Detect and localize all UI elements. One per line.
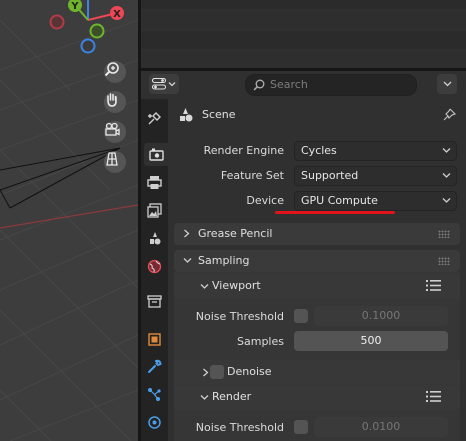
drag-grip-icon[interactable] xyxy=(438,257,450,265)
tab-tool[interactable] xyxy=(143,107,166,130)
zoom-icon xyxy=(104,62,119,77)
render-engine-dropdown[interactable]: Cycles xyxy=(294,141,457,161)
properties-editor-icon xyxy=(152,78,166,90)
camera-view-button[interactable] xyxy=(104,121,126,143)
tab-particles[interactable] xyxy=(143,383,166,406)
tab-scene[interactable] xyxy=(143,227,166,250)
chevron-right-icon xyxy=(203,368,209,377)
search-input[interactable] xyxy=(270,77,410,92)
tab-object[interactable] xyxy=(143,328,166,351)
chevron-down-icon xyxy=(442,148,451,153)
render-noise-threshold-field[interactable]: 0.0100 xyxy=(314,417,448,437)
chevron-down-icon xyxy=(183,258,192,263)
search-field[interactable] xyxy=(245,74,417,96)
properties-header xyxy=(141,71,466,99)
viewport-samples-label: Samples xyxy=(237,335,284,348)
render-subpanel-title: Render xyxy=(212,390,252,403)
chevron-down-icon xyxy=(442,198,451,203)
feature-set-label: Feature Set xyxy=(220,169,284,182)
grid-icon xyxy=(106,152,118,166)
feature-set-dropdown[interactable]: Supported xyxy=(294,166,457,186)
tab-output[interactable] xyxy=(143,171,166,194)
device-dropdown[interactable]: GPU Compute xyxy=(294,191,457,211)
grease-pencil-panel-header[interactable]: Grease Pencil xyxy=(174,223,460,245)
denoise-checkbox[interactable] xyxy=(210,365,224,379)
printer-icon xyxy=(147,176,162,189)
3d-viewport[interactable]: X Y xyxy=(0,0,138,441)
zoom-button[interactable] xyxy=(104,61,126,83)
pin-icon[interactable] xyxy=(442,108,456,122)
pan-button[interactable] xyxy=(104,91,126,113)
perspective-toggle-button[interactable] xyxy=(104,151,126,173)
image-icon xyxy=(147,203,162,218)
tab-world[interactable] xyxy=(143,255,166,278)
sampling-panel-title: Sampling xyxy=(198,254,250,267)
world-icon xyxy=(147,259,162,274)
red-underline-annotation xyxy=(275,211,395,214)
render-subpanel-header[interactable]: Render xyxy=(174,385,460,409)
gizmo-y-label: Y xyxy=(70,1,79,12)
physics-icon xyxy=(148,416,161,429)
particles-icon xyxy=(148,388,161,401)
top-editor-area[interactable] xyxy=(141,0,466,68)
tab-modifiers[interactable] xyxy=(143,355,166,378)
scene-icon xyxy=(180,108,193,122)
render-noise-threshold-checkbox[interactable] xyxy=(294,420,308,434)
wrench-icon xyxy=(148,359,162,373)
chevron-right-icon xyxy=(184,229,190,238)
scene-icon xyxy=(150,232,161,245)
presets-list-icon[interactable] xyxy=(426,390,442,403)
chevron-down-icon xyxy=(168,82,176,87)
grease-pencil-panel-title: Grease Pencil xyxy=(198,227,273,240)
tab-render[interactable] xyxy=(144,143,168,166)
chevron-down-icon xyxy=(200,284,209,289)
render-engine-value: Cycles xyxy=(301,144,337,157)
render-icon xyxy=(148,148,164,161)
viewport-subpanel-title: Viewport xyxy=(212,279,261,292)
properties-tab-bar xyxy=(141,99,168,441)
collection-icon xyxy=(147,295,162,308)
chevron-down-icon xyxy=(443,81,451,87)
drag-grip-icon[interactable] xyxy=(438,230,450,238)
outliner-rows xyxy=(141,0,466,68)
render-noise-threshold-label: Noise Threshold xyxy=(195,421,284,434)
context-title: Scene xyxy=(202,108,236,121)
tab-physics[interactable] xyxy=(143,411,166,434)
chevron-down-icon xyxy=(442,173,451,178)
device-label: Device xyxy=(246,194,284,207)
denoise-subpanel-header[interactable]: Denoise xyxy=(174,360,460,384)
render-engine-label: Render Engine xyxy=(203,144,284,157)
gizmo-x-label: X xyxy=(113,9,121,20)
feature-set-value: Supported xyxy=(301,169,359,182)
chevron-down-icon xyxy=(200,395,209,400)
camera-icon xyxy=(105,122,120,136)
tool-icon xyxy=(148,112,161,125)
viewport-subpanel-header[interactable]: Viewport xyxy=(174,274,460,298)
viewport-noise-threshold-checkbox[interactable] xyxy=(294,309,308,323)
object-icon xyxy=(148,333,161,346)
tab-collection[interactable] xyxy=(143,290,166,313)
axis-gizmo: X Y xyxy=(49,0,124,54)
viewport-noise-threshold-field[interactable]: 0.1000 xyxy=(314,306,448,326)
hand-icon xyxy=(107,93,117,107)
device-value: GPU Compute xyxy=(301,194,378,207)
tab-view-layer[interactable] xyxy=(143,199,166,222)
viewport-noise-threshold-label: Noise Threshold xyxy=(195,310,284,323)
properties-content: Scene Render Engine Cycles Feature Set S… xyxy=(168,99,466,441)
presets-list-icon[interactable] xyxy=(426,279,442,292)
options-dropdown-button[interactable] xyxy=(437,74,457,94)
editor-type-button[interactable] xyxy=(149,74,179,94)
viewport-samples-field[interactable]: 500 xyxy=(294,331,448,351)
search-icon xyxy=(253,79,265,91)
denoise-subpanel-title: Denoise xyxy=(227,365,272,378)
sampling-panel-header[interactable]: Sampling xyxy=(174,250,460,272)
